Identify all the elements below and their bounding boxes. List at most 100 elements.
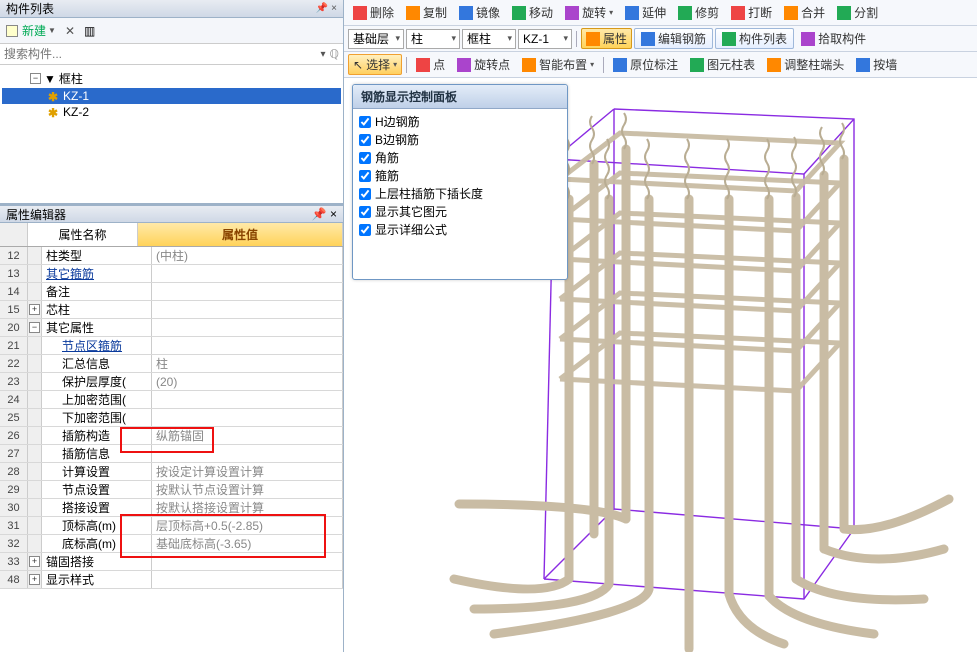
rebar-display-option[interactable]: 上层柱插筋下插长度 bbox=[359, 185, 561, 203]
mirror-button[interactable]: 镜像 bbox=[454, 2, 505, 23]
split-button[interactable]: 分割 bbox=[832, 2, 883, 23]
property-row[interactable]: 31顶标高(m)层顶标高+0.5(-2.85) bbox=[0, 517, 343, 535]
checkbox[interactable] bbox=[359, 170, 371, 182]
pin-icon[interactable]: 📌 × bbox=[316, 3, 337, 14]
property-row[interactable]: 25下加密范围( bbox=[0, 409, 343, 427]
element-table-button[interactable]: 图元柱表 bbox=[685, 54, 760, 75]
property-value[interactable]: 纵筋锚固 bbox=[152, 427, 343, 444]
extend-button[interactable]: 延伸 bbox=[620, 2, 671, 23]
tree-item-kz2[interactable]: ✱ KZ-2 bbox=[2, 104, 341, 120]
expand-cell[interactable]: + bbox=[28, 301, 42, 318]
property-value[interactable]: 按默认搭接设置计算 bbox=[152, 499, 343, 516]
property-row[interactable]: 26插筋构造纵筋锚固 bbox=[0, 427, 343, 445]
rebar-display-option[interactable]: H边钢筋 bbox=[359, 113, 561, 131]
rebar-display-panel-title[interactable]: 钢筋显示控制面板 bbox=[353, 85, 567, 109]
property-row[interactable]: 14备注 bbox=[0, 283, 343, 301]
property-value[interactable] bbox=[152, 337, 343, 354]
rebar-display-option[interactable]: 角筋 bbox=[359, 149, 561, 167]
property-value[interactable] bbox=[152, 571, 343, 588]
delete-tree-item-button[interactable]: ✕ bbox=[62, 24, 78, 38]
filter-button[interactable]: ▥ bbox=[84, 24, 95, 38]
property-row[interactable]: 33+锚固搭接 bbox=[0, 553, 343, 571]
checkbox[interactable] bbox=[359, 134, 371, 146]
checkbox[interactable] bbox=[359, 224, 371, 236]
rebar-display-option[interactable]: 显示其它图元 bbox=[359, 203, 561, 221]
search-go-icon[interactable]: ℚ bbox=[330, 47, 339, 61]
expander-icon[interactable]: + bbox=[29, 574, 40, 585]
checkbox[interactable] bbox=[359, 206, 371, 218]
checkbox[interactable] bbox=[359, 152, 371, 164]
viewport-3d[interactable]: 钢筋显示控制面板 H边钢筋B边钢筋角筋箍筋上层柱插筋下插长度显示其它图元显示详细… bbox=[344, 78, 977, 652]
expand-cell[interactable]: + bbox=[28, 571, 42, 588]
checkbox[interactable] bbox=[359, 188, 371, 200]
adjust-head-button[interactable]: 调整柱端头 bbox=[762, 54, 849, 75]
rebar-display-panel[interactable]: 钢筋显示控制面板 H边钢筋B边钢筋角筋箍筋上层柱插筋下插长度显示其它图元显示详细… bbox=[352, 84, 568, 280]
trim-button[interactable]: 修剪 bbox=[673, 2, 724, 23]
tree-root-row[interactable]: − ▼ 框柱 bbox=[2, 69, 341, 88]
property-row[interactable]: 23保护层厚度((20) bbox=[0, 373, 343, 391]
property-row[interactable]: 27插筋信息 bbox=[0, 445, 343, 463]
property-value[interactable]: (中柱) bbox=[152, 247, 343, 264]
pick-component-button[interactable]: 拾取构件 bbox=[796, 28, 871, 49]
rebar-display-option[interactable]: 显示详细公式 bbox=[359, 221, 561, 239]
property-row[interactable]: 29节点设置按默认节点设置计算 bbox=[0, 481, 343, 499]
expander-icon[interactable]: + bbox=[29, 556, 40, 567]
property-value[interactable] bbox=[152, 301, 343, 318]
search-dropdown-icon[interactable]: ▾ bbox=[321, 49, 326, 60]
property-row[interactable]: 24上加密范围( bbox=[0, 391, 343, 409]
move-button[interactable]: 移动 bbox=[507, 2, 558, 23]
properties-button[interactable]: 属性 bbox=[581, 28, 632, 49]
property-value[interactable]: 按设定计算设置计算 bbox=[152, 463, 343, 480]
orig-mark-button[interactable]: 原位标注 bbox=[608, 54, 683, 75]
merge-button[interactable]: 合并 bbox=[779, 2, 830, 23]
search-input[interactable] bbox=[4, 47, 321, 61]
property-row[interactable]: 28计算设置按设定计算设置计算 bbox=[0, 463, 343, 481]
property-value[interactable]: 基础底标高(-3.65) bbox=[152, 535, 343, 552]
property-value[interactable] bbox=[152, 265, 343, 282]
new-button[interactable]: 新建 ▼ bbox=[6, 22, 56, 39]
rebar-display-option[interactable]: 箍筋 bbox=[359, 167, 561, 185]
property-row[interactable]: 15+芯柱 bbox=[0, 301, 343, 319]
rotate-point-button[interactable]: 旋转点 bbox=[452, 54, 515, 75]
expand-cell[interactable]: + bbox=[28, 553, 42, 570]
select-button[interactable]: ↖选择▾ bbox=[348, 54, 402, 75]
property-row[interactable]: 48+显示样式 bbox=[0, 571, 343, 589]
property-value[interactable] bbox=[152, 409, 343, 426]
delete-button[interactable]: 删除 bbox=[348, 2, 399, 23]
property-row[interactable]: 21节点区箍筋 bbox=[0, 337, 343, 355]
point-button[interactable]: 点 bbox=[411, 54, 450, 75]
property-row[interactable]: 32底标高(m)基础底标高(-3.65) bbox=[0, 535, 343, 553]
property-value[interactable] bbox=[152, 283, 343, 300]
property-row[interactable]: 22汇总信息柱 bbox=[0, 355, 343, 373]
property-value[interactable]: 按默认节点设置计算 bbox=[152, 481, 343, 498]
property-value[interactable] bbox=[152, 553, 343, 570]
expander-icon[interactable]: + bbox=[29, 304, 40, 315]
checkbox[interactable] bbox=[359, 116, 371, 128]
property-value[interactable] bbox=[152, 445, 343, 462]
property-header-value[interactable]: 属性值 bbox=[138, 223, 343, 246]
property-value[interactable]: 层顶标高+0.5(-2.85) bbox=[152, 517, 343, 534]
property-value[interactable]: (20) bbox=[152, 373, 343, 390]
by-wall-button[interactable]: 按墙 bbox=[851, 54, 902, 75]
expander-icon[interactable]: − bbox=[30, 73, 41, 84]
property-value[interactable] bbox=[152, 391, 343, 408]
floor-combo[interactable]: 基础层 bbox=[348, 29, 404, 49]
property-value[interactable]: 柱 bbox=[152, 355, 343, 372]
category-combo[interactable]: 柱 bbox=[406, 29, 460, 49]
pin-icon[interactable]: 📌 × bbox=[312, 207, 337, 221]
property-value[interactable] bbox=[152, 319, 343, 336]
type-combo[interactable]: 框柱 bbox=[462, 29, 516, 49]
break-button[interactable]: 打断 bbox=[726, 2, 777, 23]
copy-button[interactable]: 复制 bbox=[401, 2, 452, 23]
tree-item-kz1[interactable]: ✱ KZ-1 bbox=[2, 88, 341, 104]
expander-icon[interactable]: − bbox=[29, 322, 40, 333]
rebar-display-option[interactable]: B边钢筋 bbox=[359, 131, 561, 149]
component-combo[interactable]: KZ-1 bbox=[518, 29, 572, 49]
edit-rebar-button[interactable]: 编辑钢筋 bbox=[634, 28, 713, 49]
component-list-button[interactable]: 构件列表 bbox=[715, 28, 794, 49]
rotate-button[interactable]: 旋转▾ bbox=[560, 2, 618, 23]
property-row[interactable]: 12柱类型(中柱) bbox=[0, 247, 343, 265]
property-row[interactable]: 20−其它属性 bbox=[0, 319, 343, 337]
property-row[interactable]: 13其它箍筋 bbox=[0, 265, 343, 283]
property-row[interactable]: 30搭接设置按默认搭接设置计算 bbox=[0, 499, 343, 517]
